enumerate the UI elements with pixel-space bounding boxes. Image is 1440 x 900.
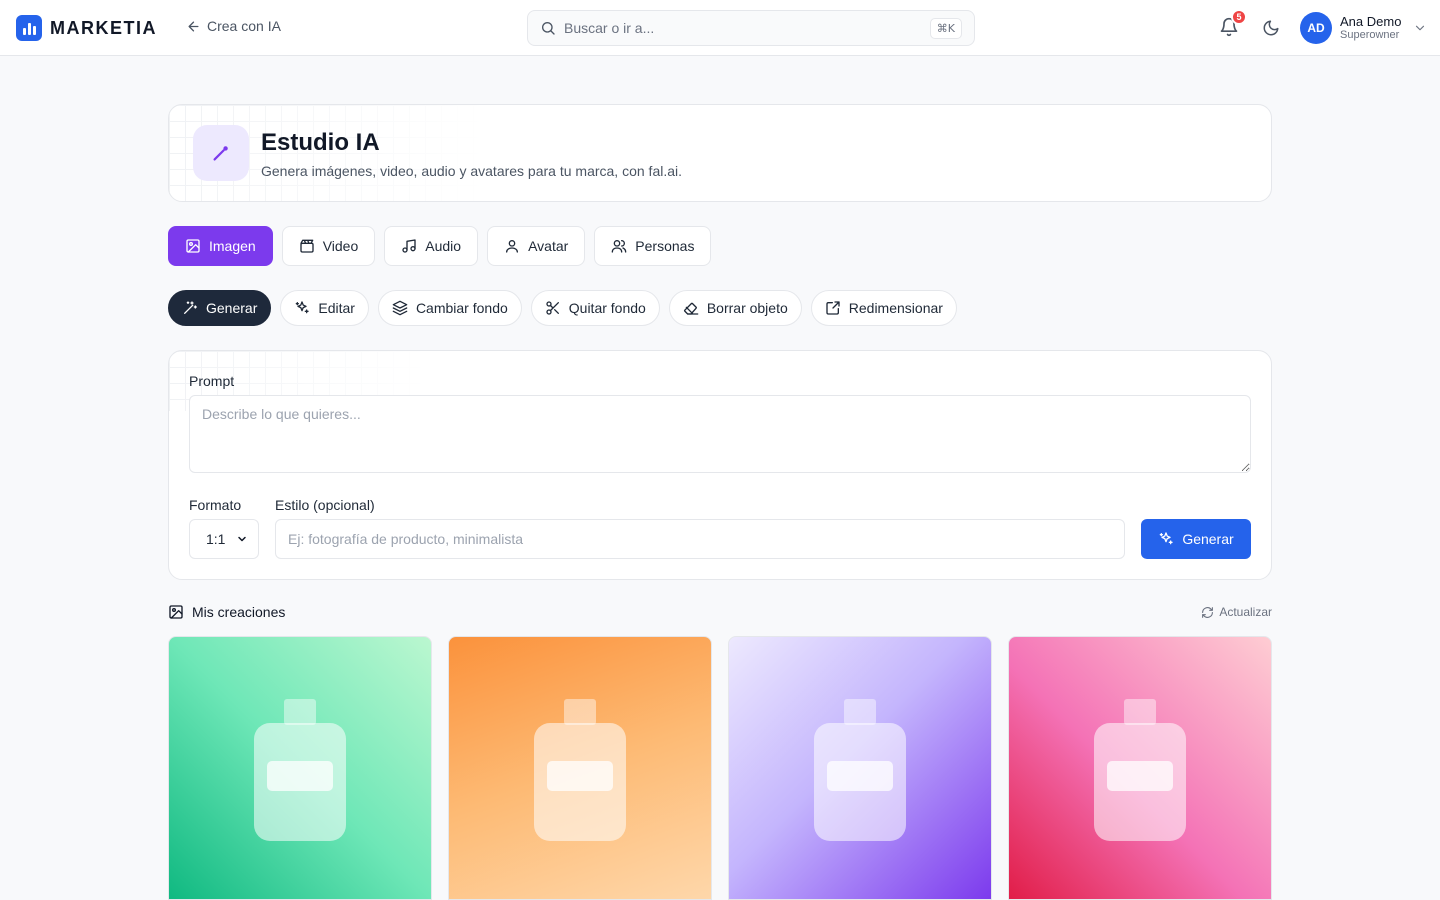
product-bottle-illustration (254, 699, 346, 841)
product-bottle-illustration (814, 699, 906, 841)
product-bottle-illustration (534, 699, 626, 841)
user-role: Superowner (1340, 29, 1400, 42)
tab-label: Personas (635, 238, 695, 254)
tab-personas[interactable]: Personas (594, 226, 712, 266)
tool-generar[interactable]: Generar (168, 290, 272, 326)
tool-label: Editar (318, 300, 355, 316)
layers-icon (392, 300, 408, 316)
user-name: Ana Demo (1340, 13, 1402, 29)
creations-header: Mis creaciones Actualizar (168, 604, 1272, 624)
sparkles-icon (1159, 532, 1173, 545)
tab-audio[interactable]: Audio (384, 226, 479, 266)
back-link-label: Crea con IA (207, 18, 281, 34)
generate-button-label: Generar (1182, 531, 1234, 547)
style-input[interactable] (275, 519, 1125, 559)
chevron-down-icon (1416, 25, 1425, 31)
wand-icon (184, 301, 197, 314)
image-icon (169, 605, 183, 619)
creation-thumbnail[interactable] (1008, 636, 1272, 900)
resize-icon (826, 301, 840, 315)
chevron-down-icon (238, 536, 246, 542)
refresh-label: Actualizar (1219, 605, 1272, 619)
eraser-icon (683, 302, 699, 315)
product-bottle-illustration (1094, 699, 1186, 841)
clapperboard-icon (300, 239, 314, 253)
tool-label: Cambiar fondo (415, 300, 508, 316)
tool-quitar-fondo[interactable]: Quitar fondo (530, 290, 660, 326)
tab-label: Imagen (209, 238, 256, 254)
page-title: Estudio IA (261, 129, 380, 156)
creations-title-text: Mis creaciones (192, 604, 286, 620)
brand[interactable]: MARKETIA (16, 14, 157, 42)
arrow-left-icon (188, 21, 199, 31)
refresh-button[interactable]: Actualizar (1201, 605, 1272, 619)
brand-name: MARKETIA (50, 17, 157, 38)
tool-redimensionar[interactable]: Redimensionar (810, 290, 957, 326)
studio-header-card: Estudio IA Genera imágenes, video, audio… (168, 104, 1272, 202)
image-icon (186, 239, 200, 253)
image-tools: Generar Editar Cambiar fondo Quitar fond… (168, 290, 957, 326)
top-bar: MARKETIA Crea con IA ⌘K 5 AD Ana Demo Su… (0, 0, 1440, 56)
tab-label: Audio (425, 238, 462, 254)
user-menu[interactable]: AD Ana Demo Superowner (1300, 12, 1427, 44)
creation-thumbnail[interactable] (448, 636, 712, 900)
creation-thumbnail[interactable] (168, 636, 432, 900)
tab-avatar[interactable]: Avatar (487, 226, 586, 266)
tool-cambiar-fondo[interactable]: Cambiar fondo (377, 290, 522, 326)
search-icon (542, 22, 555, 35)
tool-borrar-objeto[interactable]: Borrar objeto (668, 290, 802, 326)
back-link[interactable]: Crea con IA (186, 18, 281, 34)
tab-label: Video (322, 238, 359, 254)
tool-label: Generar (206, 300, 258, 316)
media-type-tabs: Imagen Video Audio Avatar Personas (168, 226, 712, 266)
users-icon (611, 240, 627, 253)
sparkles-icon (296, 301, 310, 314)
avatar: AD (1300, 12, 1332, 44)
tab-video[interactable]: Video (281, 226, 376, 266)
tool-label: Borrar objeto (706, 300, 788, 316)
creation-thumbnail[interactable] (728, 636, 992, 900)
bar-chart-icon (16, 15, 42, 41)
format-select[interactable]: 1:1 (189, 519, 259, 559)
search-input[interactable] (564, 20, 922, 36)
refresh-icon (1202, 606, 1214, 618)
format-label: Formato (189, 497, 242, 513)
tab-imagen[interactable]: Imagen (168, 226, 273, 266)
creations-title: Mis creaciones (168, 604, 285, 620)
generate-form-card: Prompt Formato Estilo (opcional) 1:1 Gen… (168, 350, 1272, 580)
tool-editar[interactable]: Editar (280, 290, 369, 326)
page-subtitle: Genera imágenes, video, audio y avatares… (261, 163, 683, 179)
creations-gallery (168, 636, 1272, 900)
prompt-label: Prompt (189, 373, 235, 389)
prompt-textarea[interactable] (189, 395, 1251, 473)
notifications-button[interactable]: 5 (1219, 9, 1247, 39)
shortcut-hint: ⌘K (929, 17, 962, 39)
tab-label: Avatar (528, 238, 569, 254)
theme-toggle-button[interactable] (1262, 19, 1280, 37)
magic-wand-icon (193, 125, 249, 181)
music-icon (402, 239, 416, 253)
format-select-value: 1:1 (206, 531, 226, 547)
user-icon (506, 240, 519, 253)
moon-icon (1263, 20, 1279, 36)
search-bar[interactable]: ⌘K (527, 10, 975, 46)
style-label: Estilo (opcional) (275, 497, 375, 513)
tool-label: Quitar fondo (568, 300, 646, 316)
scissors-icon (546, 301, 559, 315)
generate-button[interactable]: Generar (1141, 519, 1251, 559)
notification-count-badge: 5 (1231, 9, 1247, 25)
tool-label: Redimensionar (848, 300, 943, 316)
